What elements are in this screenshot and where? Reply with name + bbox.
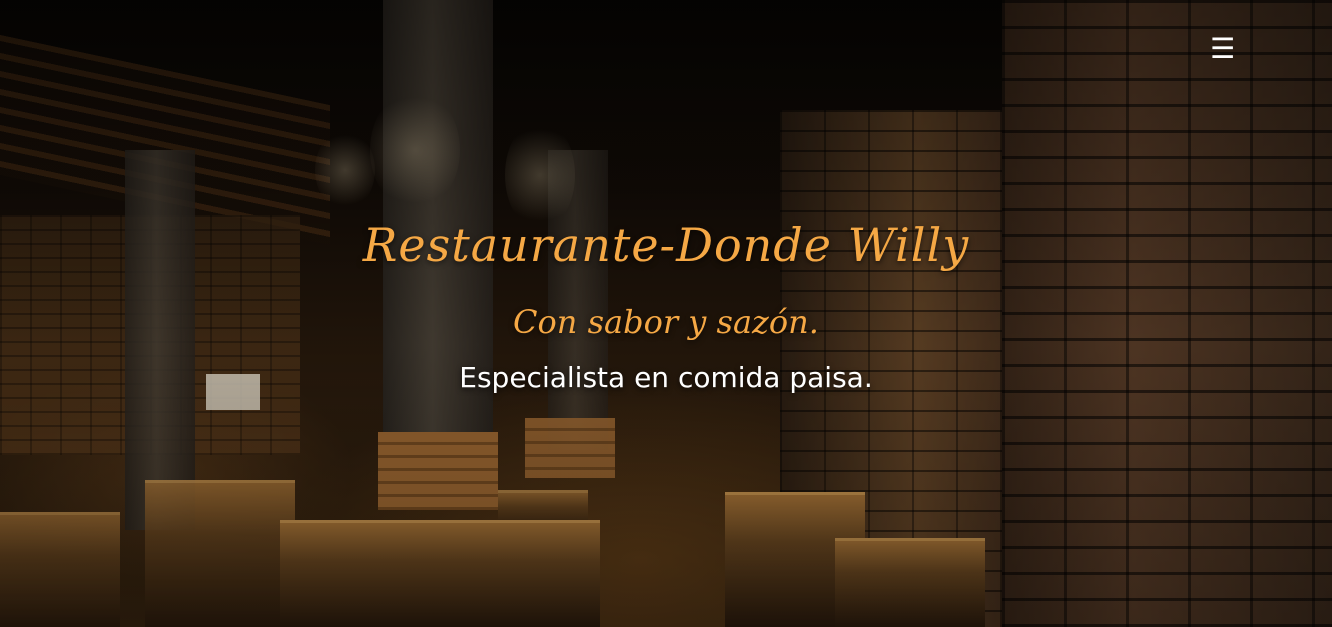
restaurant-title: Restaurante-Donde Willy <box>362 218 970 272</box>
hero-subtitle: Con sabor y sazón. <box>513 303 819 341</box>
hero-content: Restaurante-Donde Willy Con sabor y sazó… <box>0 210 1332 398</box>
hamburger-menu-icon[interactable]: ☰ <box>1210 34 1235 64</box>
hero-section: ☰ Restaurante-Donde Willy Con sabor y sa… <box>0 0 1332 627</box>
hero-tagline: Especialista en comida paisa. <box>459 361 873 394</box>
